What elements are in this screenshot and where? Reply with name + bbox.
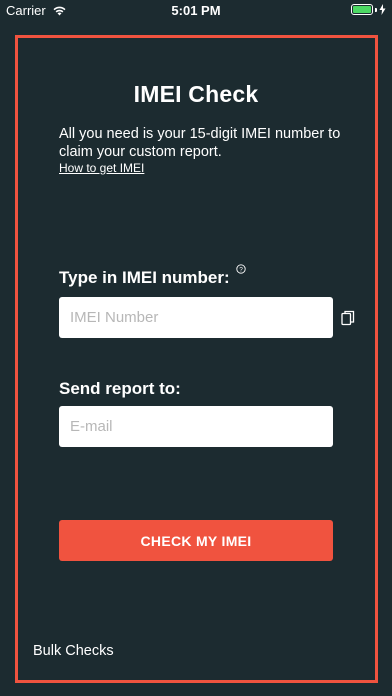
page-title: IMEI Check — [133, 81, 259, 107]
battery-level — [353, 6, 371, 13]
imei-input[interactable] — [59, 297, 333, 338]
imei-check-screen: Carrier 5:01 PM IMEI Check All you need … — [0, 0, 392, 696]
check-imei-button[interactable]: CHECK MY IMEI — [59, 520, 333, 561]
status-bar: Carrier 5:01 PM — [0, 0, 392, 22]
status-bar-right — [351, 4, 386, 15]
charging-icon — [379, 4, 386, 15]
bulk-checks-link[interactable]: Bulk Checks — [33, 643, 114, 659]
battery-nub — [375, 7, 377, 12]
paste-icon[interactable] — [341, 310, 355, 326]
clock: 5:01 PM — [171, 3, 221, 18]
svg-text:?: ? — [239, 266, 243, 273]
imei-label: Type in IMEI number: — [59, 268, 230, 287]
battery-icon — [351, 4, 373, 15]
email-input[interactable] — [59, 406, 333, 447]
info-icon[interactable]: ? — [236, 264, 246, 274]
send-report-label: Send report to: — [59, 379, 181, 398]
intro-text: All you need is your 15-digit IMEI numbe… — [59, 126, 341, 160]
how-to-get-imei-link[interactable]: How to get IMEI — [59, 161, 144, 175]
